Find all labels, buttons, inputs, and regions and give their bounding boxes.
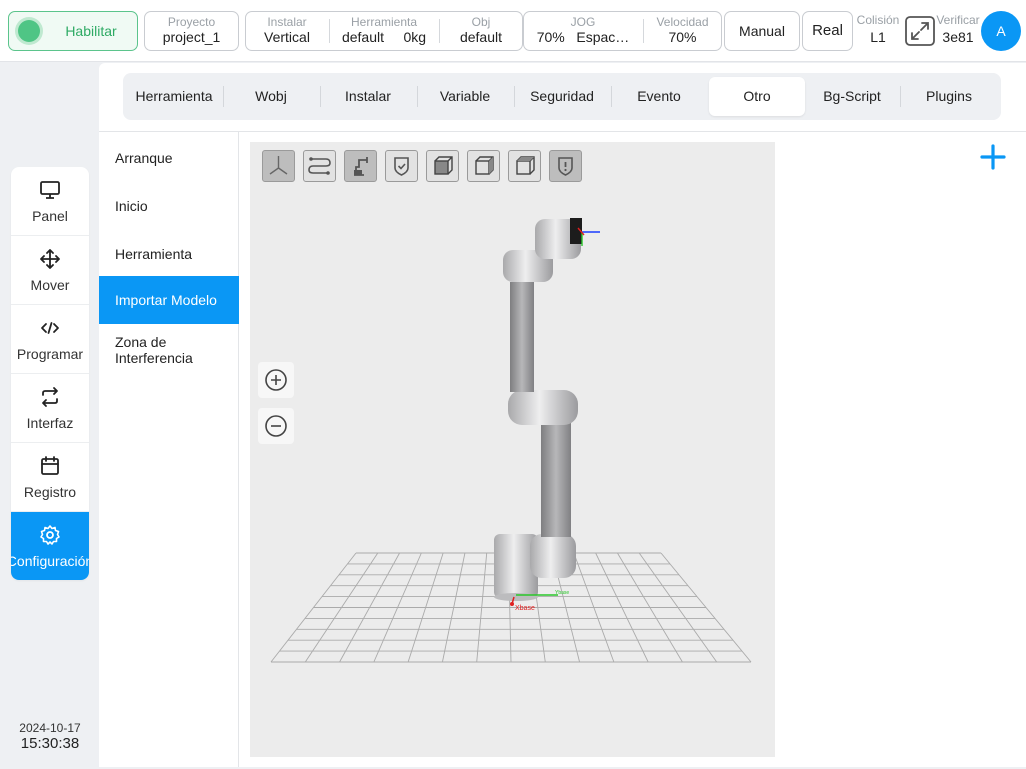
project-label: Proyecto [167, 15, 216, 29]
top-bar: Habilitar Proyecto project_1 Instalar Ve… [0, 0, 1026, 62]
robot-scene: Xbase Ybase [270, 218, 752, 663]
obj-value: default [459, 29, 503, 45]
nav-move[interactable]: Mover [11, 236, 89, 305]
nav-settings-label: Configuración [11, 553, 89, 569]
nav-log[interactable]: Registro [11, 443, 89, 512]
project-box[interactable]: Proyecto project_1 [144, 11, 239, 51]
zoom-out-icon [265, 415, 287, 437]
nav-settings[interactable]: Configuración [11, 512, 89, 580]
nav-interface[interactable]: Interfaz [11, 374, 89, 443]
jog-value: 70% [536, 29, 565, 45]
robot-icon [354, 157, 368, 176]
obj-label: Obj [471, 15, 491, 29]
nav-log-label: Registro [23, 484, 77, 500]
view-front-button[interactable] [426, 150, 459, 182]
enable-status-dot [18, 20, 40, 42]
zoom-in-button[interactable] [258, 362, 294, 398]
current-date: 2024-10-17 [19, 721, 81, 735]
axes-icon [269, 156, 288, 175]
move-arrows-icon [40, 249, 60, 269]
main-panel: Herramienta Wobj Instalar Variable Segur… [99, 63, 1026, 767]
submenu-home[interactable]: Inicio [99, 198, 239, 214]
tab-event[interactable]: Evento [612, 77, 706, 116]
shield-check-icon [394, 157, 409, 176]
tab-other[interactable]: Otro [709, 77, 805, 116]
tab-bg-script[interactable]: Bg-Script [806, 77, 898, 116]
tab-wobj[interactable]: Wobj [225, 77, 317, 116]
add-icon[interactable] [979, 143, 1007, 171]
nav-program-label: Programar [16, 346, 84, 362]
jog-speed-box[interactable]: JOG 70% Espac… Velocidad 70% [523, 11, 722, 51]
install-value: Vertical [264, 29, 310, 45]
zoom-in-icon [265, 369, 287, 391]
zoom-out-button[interactable] [258, 408, 294, 444]
expand-icon[interactable] [905, 16, 935, 46]
nav-panel[interactable]: Panel [11, 167, 89, 236]
enable-label: Habilitar [65, 23, 117, 39]
3d-viewport[interactable]: Xbase Ybase [250, 142, 775, 757]
view-safety-button[interactable] [385, 150, 418, 182]
settings-tabs: Herramienta Wobj Instalar Variable Segur… [123, 73, 1001, 120]
submenu: Arranque Inicio Herramienta Importar Mod… [99, 132, 239, 767]
collision-label: Colisión [856, 13, 900, 27]
submenu-startup[interactable]: Arranque [99, 150, 239, 166]
swap-icon [42, 387, 58, 407]
submenu-import-model[interactable]: Importar Modelo [99, 276, 239, 324]
manual-mode-button[interactable]: Manual [724, 11, 800, 51]
path-icon [308, 157, 331, 175]
jog-label: JOG [570, 15, 596, 29]
tool-label: Herramienta [350, 15, 418, 29]
view-robot-button[interactable] [344, 150, 377, 182]
verify-value: 3e81 [942, 29, 974, 45]
collision-status[interactable]: Colisión L1 [855, 14, 901, 46]
view-axes-button[interactable] [262, 150, 295, 182]
verify-status[interactable]: Verificar 3e81 [935, 14, 981, 46]
speed-value: 70% [668, 29, 697, 45]
collision-value: L1 [870, 29, 886, 45]
jog-mode: Espac… [576, 29, 630, 45]
project-value: project_1 [162, 29, 221, 45]
tab-tool[interactable]: Herramienta [129, 77, 219, 116]
enable-button[interactable]: Habilitar [8, 11, 138, 51]
tab-plugins[interactable]: Plugins [902, 77, 996, 116]
robot-arm-model [494, 218, 600, 606]
install-label: Instalar [267, 15, 307, 29]
view-top-button[interactable] [508, 150, 541, 182]
tab-variable[interactable]: Variable [418, 77, 512, 116]
avatar[interactable]: A [981, 11, 1021, 51]
nav-panel-label: Panel [32, 208, 68, 224]
calendar-icon [41, 456, 59, 475]
install-tool-obj-box[interactable]: Instalar Vertical Herramienta default 0k… [245, 11, 523, 51]
base-y-label: Ybase [555, 590, 569, 596]
base-x-label: Xbase [515, 605, 535, 612]
current-time: 15:30:38 [20, 735, 80, 752]
submenu-interference-zone[interactable]: Zona de Interferencia [99, 334, 229, 366]
nav-move-label: Mover [30, 277, 70, 293]
cube-side-icon [475, 156, 494, 175]
view-warning-button[interactable] [549, 150, 582, 182]
view-path-button[interactable] [303, 150, 336, 182]
shield-alert-icon [558, 157, 573, 176]
monitor-icon [40, 181, 60, 199]
speed-label: Velocidad [656, 15, 709, 29]
verify-label: Verificar [936, 13, 980, 27]
cube-front-icon [434, 156, 453, 175]
submenu-tool[interactable]: Herramienta [99, 246, 239, 262]
view-side-button[interactable] [467, 150, 500, 182]
cube-top-icon [516, 156, 535, 175]
code-icon [41, 322, 59, 334]
nav-interface-label: Interfaz [26, 415, 74, 431]
tool-load: 0kg [403, 29, 427, 45]
nav-program[interactable]: Programar [11, 305, 89, 374]
real-mode-button[interactable]: Real [802, 11, 853, 51]
gear-icon [40, 525, 60, 545]
side-nav: Panel Mover Programar Interfaz Registro … [11, 167, 89, 580]
tool-value: default [341, 29, 384, 45]
tab-install[interactable]: Instalar [321, 77, 415, 116]
tab-safety[interactable]: Seguridad [515, 77, 609, 116]
